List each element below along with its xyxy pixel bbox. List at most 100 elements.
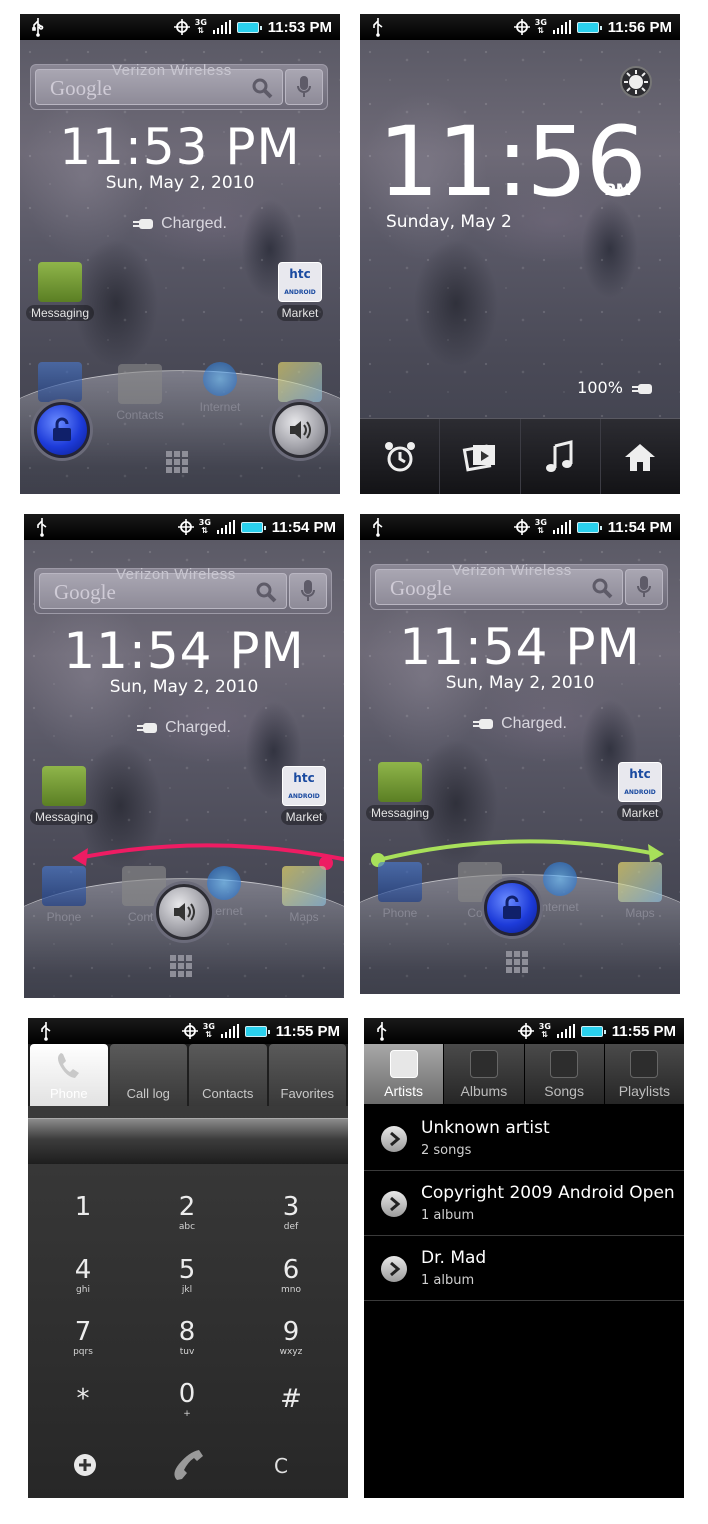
gps-icon [513,519,530,535]
plug-icon [137,722,158,733]
tab-playlists[interactable]: Playlists [604,1044,684,1104]
sound-toggle-handle[interactable] [272,402,328,458]
brightness-button[interactable] [620,66,652,98]
charging-text: Charged. [165,719,231,736]
expand-arrow-icon[interactable] [381,1126,407,1152]
sound-toggle-handle[interactable] [156,884,212,940]
gallery-button[interactable] [440,419,521,494]
carrier-name: Verizon Wireless [452,562,572,579]
maps-icon [618,862,662,902]
microphone-icon [297,76,311,97]
market-icon: htc ANDROID [618,762,662,802]
battery-icon [576,21,602,33]
charging-text: Charged. [161,215,227,232]
clear-button[interactable]: C [274,1454,288,1478]
google-logo: Google [50,76,112,100]
status-bar: 3G ⇅ 11:55 PM [364,1018,684,1044]
google-logo: Google [54,580,116,604]
usb-icon [32,18,44,37]
signal-icon [556,1024,575,1038]
tab-songs[interactable]: Songs [524,1044,604,1104]
key-9[interactable]: 9 wxyz [241,1317,341,1357]
signal-icon [220,1024,239,1038]
phone-handset-icon [57,1053,79,1078]
app-drawer-icon[interactable] [505,950,535,980]
gps-icon [177,519,194,535]
big-clock: 11:56 [378,106,647,218]
signal-icon [552,20,571,34]
home-button[interactable] [601,419,680,494]
usb-icon [377,1022,387,1041]
key-6[interactable]: 6 mno [241,1255,341,1295]
key-2[interactable]: 2 abc [137,1192,237,1232]
app-maps: Maps [602,862,678,921]
unlock-handle[interactable] [34,402,90,458]
music-button[interactable] [521,419,601,494]
lock-date: Sun, May 2, 2010 [109,677,259,697]
status-time: 11:55 PM [611,1022,676,1040]
app-internet: Internet [182,362,258,415]
call-handset-icon[interactable] [169,1446,209,1486]
lockscreen-panel-1154-unlock: 3G ⇅ 11:54 PM Google Verizon Wireless 11:… [360,514,680,994]
market-icon: htc ANDROID [278,262,322,302]
key-5[interactable]: 5 jkl [137,1255,237,1295]
battery-percent: 100% [577,378,623,397]
voice-search-button[interactable] [625,569,663,605]
add-contact-button[interactable] [74,1454,96,1476]
maps-icon [278,362,322,402]
tab-phone[interactable]: Phone [30,1044,108,1106]
key-3[interactable]: 3 def [241,1192,341,1232]
key-7[interactable]: 7 pqrs [33,1317,133,1357]
battery-level: 100% [577,378,654,397]
tab-artists[interactable]: Artists [364,1044,444,1104]
key-star[interactable]: * [33,1384,133,1414]
3g-icon: 3G ⇅ [534,518,547,535]
playlist-icon [630,1050,659,1078]
phone-icon [42,866,86,906]
3g-icon: 3G ⇅ [198,518,211,535]
plug-icon [133,218,154,229]
gps-icon [173,19,190,35]
phone-icon [378,862,422,902]
padlock-open-icon [53,417,71,441]
app-maps [262,362,338,402]
unlock-handle[interactable] [484,880,540,936]
artist-list: Unknown artist 2 songs Copyright 2009 An… [364,1106,684,1498]
speaker-icon [290,421,311,439]
list-item[interactable]: Copyright 2009 Android Open 1 album [364,1171,684,1236]
tab-call-log[interactable]: Call log [109,1044,187,1106]
dial-number-field[interactable] [28,1118,348,1164]
brightness-icon [624,70,648,94]
signal-icon [552,520,571,534]
phone-icon [38,362,82,402]
list-item[interactable]: Dr. Mad 1 album [364,1236,684,1301]
alarm-button[interactable] [360,419,441,494]
status-bar: 3G ⇅ 11:56 PM [360,14,680,40]
gps-icon [181,1023,198,1039]
key-1[interactable]: 1 [33,1192,133,1222]
list-item[interactable]: Unknown artist 2 songs [364,1106,684,1171]
tab-albums[interactable]: Albums [444,1044,524,1104]
lock-date: Sun, May 2, 2010 [445,673,595,693]
app-drawer-icon[interactable] [165,450,195,480]
key-0[interactable]: 0 + [137,1379,237,1419]
3g-icon: 3G ⇅ [202,1022,215,1039]
padlock-open-icon [503,895,521,919]
expand-arrow-icon[interactable] [381,1191,407,1217]
charging-status: Charged. [20,215,340,233]
key-8[interactable]: 8 tuv [137,1317,237,1357]
status-time: 11:53 PM [267,18,332,36]
voice-search-button[interactable] [285,69,323,105]
key-hash[interactable]: # [241,1384,341,1414]
tab-contacts[interactable]: Contacts [189,1044,267,1106]
messaging-icon [42,766,86,806]
battery-icon [580,1025,606,1037]
microphone-icon [637,576,651,597]
expand-arrow-icon[interactable] [381,1256,407,1282]
artist-count: 1 album [421,1273,475,1288]
search-icon [256,582,277,603]
voice-search-button[interactable] [289,573,327,609]
app-drawer-icon[interactable] [169,954,199,984]
key-4[interactable]: 4 ghi [33,1255,133,1295]
tab-favorites[interactable]: Favorites [268,1044,346,1106]
